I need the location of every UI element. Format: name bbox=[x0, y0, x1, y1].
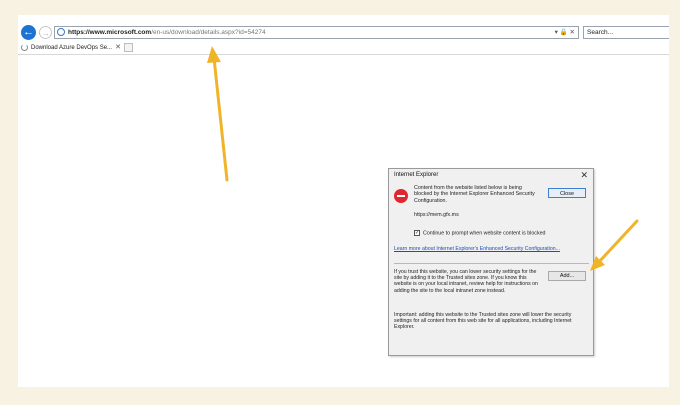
browser-screenshot: ← → https://www.microsoft.com/en-us/down… bbox=[18, 15, 669, 387]
continue-prompt-checkbox[interactable]: ✓ bbox=[414, 230, 420, 236]
important-note: Important: adding this website to the Tr… bbox=[394, 312, 572, 331]
tab-bar: Download Azure DevOps Se... ✕ bbox=[18, 42, 669, 55]
blocked-icon bbox=[394, 189, 408, 203]
close-button[interactable]: Close bbox=[548, 188, 586, 198]
url-domain: https://www.microsoft.com bbox=[68, 29, 152, 36]
add-button[interactable]: Add... bbox=[548, 271, 586, 281]
dialog-title: Internet Explorer bbox=[394, 172, 439, 178]
back-button[interactable]: ← bbox=[21, 25, 36, 40]
address-bar[interactable]: https://www.microsoft.com/en-us/download… bbox=[54, 26, 579, 39]
forward-button[interactable]: → bbox=[39, 26, 52, 39]
loading-spinner-icon bbox=[21, 43, 28, 51]
continue-prompt-label: Continue to prompt when website content … bbox=[423, 230, 546, 237]
address-url: https://www.microsoft.com/en-us/download… bbox=[68, 27, 266, 38]
internet-explorer-icon bbox=[57, 28, 65, 36]
search-input[interactable]: Search... bbox=[583, 26, 669, 39]
new-tab-button[interactable] bbox=[124, 43, 133, 52]
ie-security-dialog: Internet Explorer ✕ Content from the web… bbox=[388, 168, 594, 356]
address-controls[interactable]: ▾ 🔒 ✕ bbox=[555, 27, 575, 38]
tab-download-azure-devops[interactable]: Download Azure DevOps Se... ✕ bbox=[21, 42, 121, 54]
continue-prompt-option[interactable]: ✓ Continue to prompt when website content… bbox=[414, 230, 546, 236]
tab-title: Download Azure DevOps Se... bbox=[31, 45, 113, 51]
forward-arrow-icon: → bbox=[41, 28, 50, 38]
blocked-site-url: https://mem.gfx.ms bbox=[414, 212, 459, 218]
learn-more-link[interactable]: Learn more about Internet Explorer's Enh… bbox=[394, 246, 560, 252]
back-arrow-icon: ← bbox=[23, 26, 34, 38]
trust-instructions: If you trust this website, you can lower… bbox=[394, 269, 538, 294]
tab-close-icon[interactable]: ✕ bbox=[115, 42, 121, 54]
navigation-bar: ← → https://www.microsoft.com/en-us/down… bbox=[18, 15, 669, 40]
blocked-message: Content from the website listed below is… bbox=[414, 185, 535, 204]
dialog-close-icon[interactable]: ✕ bbox=[580, 170, 588, 181]
url-path: /en-us/download/details.aspx?id=54274 bbox=[151, 29, 266, 36]
divider bbox=[394, 263, 589, 264]
